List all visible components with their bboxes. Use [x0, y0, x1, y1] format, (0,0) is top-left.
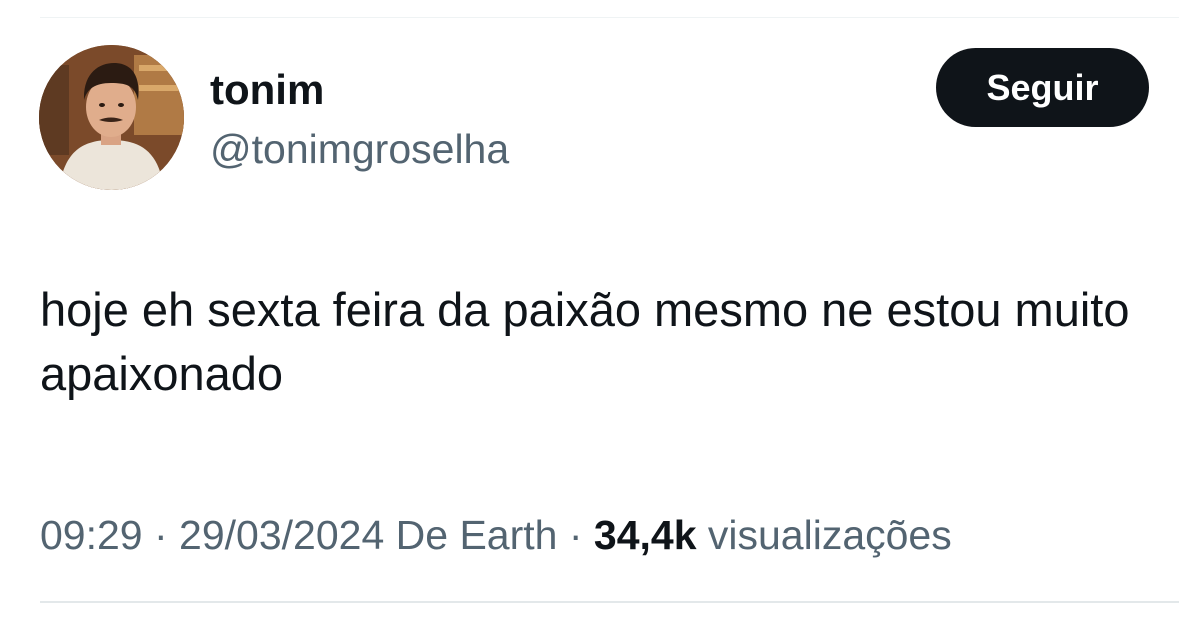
author-handle[interactable]: @tonimgroselha	[210, 124, 509, 174]
tweet-source: De Earth	[384, 512, 558, 558]
follow-button[interactable]: Seguir	[936, 48, 1149, 127]
tweet-date[interactable]: 29/03/2024	[179, 512, 384, 558]
tweet-meta: 09:29 · 29/03/2024 De Earth · 34,4k visu…	[40, 507, 952, 563]
views-count[interactable]: 34,4k	[594, 512, 697, 558]
top-divider	[40, 17, 1179, 18]
avatar[interactable]	[39, 45, 184, 190]
bottom-divider	[40, 601, 1179, 603]
avatar-image	[39, 45, 184, 190]
views-label[interactable]: visualizações	[697, 512, 952, 558]
meta-separator: ·	[142, 512, 180, 558]
author-display-name[interactable]: tonim	[210, 64, 324, 116]
tweet-text: hoje eh sexta feira da paixão mesmo ne e…	[40, 283, 1130, 400]
tweet-time[interactable]: 09:29	[40, 512, 143, 558]
meta-separator: ·	[557, 512, 594, 558]
